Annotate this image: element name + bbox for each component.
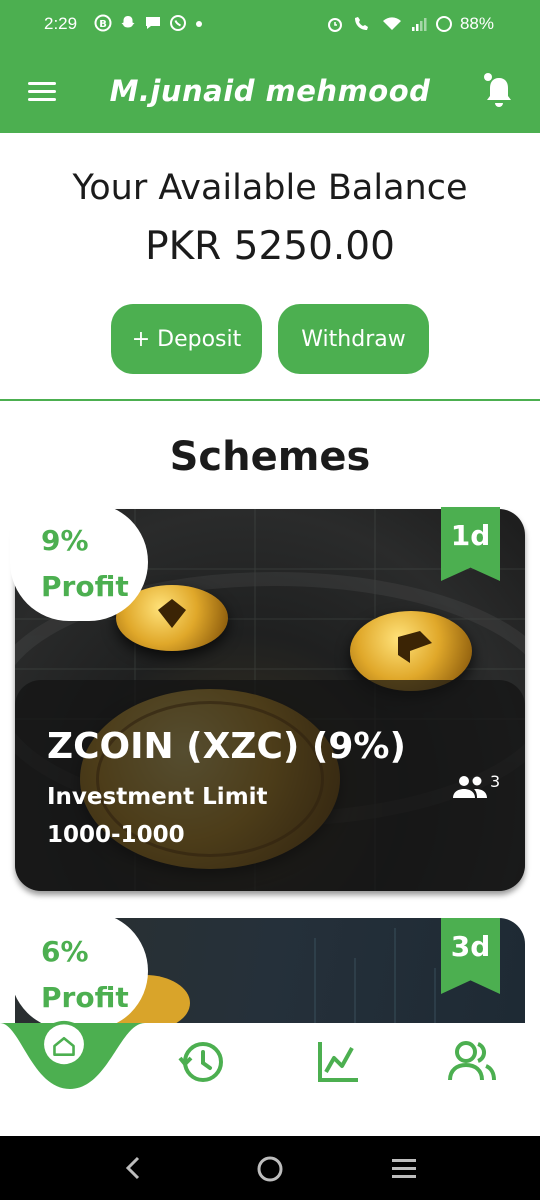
profit-percent: 6%	[41, 935, 89, 968]
alarm-icon	[327, 18, 342, 32]
recents-icon[interactable]	[390, 1156, 418, 1180]
scheme-name: ZCOIN (XZC) (9%)	[47, 726, 406, 767]
users-count: 3	[490, 772, 501, 791]
investment-limit-label: Investment Limit	[47, 784, 268, 810]
signal-icon	[411, 18, 427, 31]
history-icon[interactable]	[176, 1036, 228, 1088]
status-bar: 2:29 B 88%	[0, 0, 540, 50]
app-bar: M.junaid mehmood	[0, 50, 540, 133]
wifi-call-icon	[354, 17, 368, 30]
investment-limit-value: 1000-1000	[47, 822, 185, 848]
profit-text: 6% Profit	[41, 929, 129, 1021]
bell-icon[interactable]	[482, 72, 516, 110]
chart-icon[interactable]	[312, 1036, 364, 1088]
profit-label: Profit	[41, 981, 129, 1014]
profit-label: Profit	[41, 570, 129, 603]
balance-amount: PKR 5250.00	[145, 224, 395, 269]
divider	[0, 399, 540, 401]
deposit-button[interactable]: + Deposit	[111, 304, 262, 374]
profit-text: 9% Profit	[41, 518, 129, 610]
whatsapp-icon	[170, 15, 186, 31]
dot-icon	[196, 21, 202, 27]
chat-bubble-icon	[146, 17, 160, 29]
schemes-title: Schemes	[169, 434, 371, 480]
team-icon[interactable]	[446, 1036, 498, 1088]
battery-ring-icon	[435, 16, 452, 32]
system-navigation-bar	[0, 1136, 540, 1200]
balance-title: Your Available Balance	[72, 168, 468, 208]
users-icon	[453, 776, 487, 798]
snapchat-icon	[121, 16, 135, 28]
wifi-icon	[382, 17, 401, 30]
status-time: 2:29	[44, 14, 78, 33]
battery-level: 88%	[459, 14, 494, 33]
home-button-icon[interactable]	[256, 1155, 284, 1183]
home-icon[interactable]	[38, 1020, 90, 1072]
back-icon[interactable]	[122, 1156, 146, 1180]
profit-percent: 9%	[41, 524, 89, 557]
coin-image	[350, 611, 472, 691]
b-circle-icon: B	[94, 14, 112, 32]
withdraw-button[interactable]: Withdraw	[278, 304, 429, 374]
app-title: M.junaid mehmood	[109, 74, 431, 108]
svg-text:B: B	[99, 19, 107, 30]
